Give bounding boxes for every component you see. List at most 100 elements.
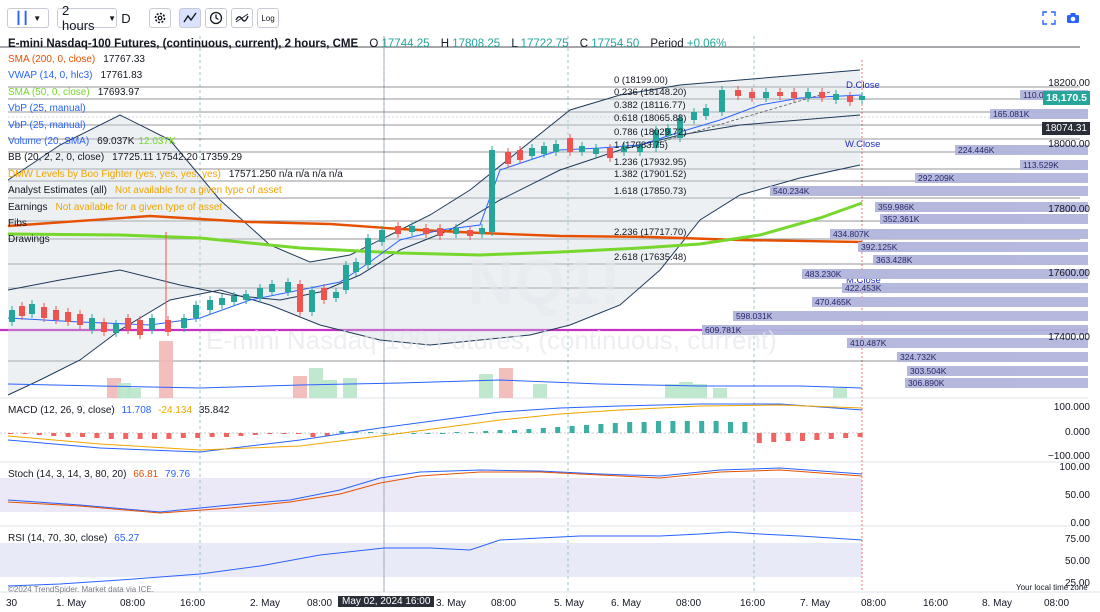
candle <box>691 112 697 120</box>
candle <box>19 306 25 316</box>
macd-histogram-bar <box>36 433 42 435</box>
macd-axis-label: −100.000 <box>1048 451 1090 462</box>
legend-item[interactable]: VbP (25, manual) <box>8 120 86 132</box>
macd-histogram-bar <box>598 424 604 433</box>
fib-level-label: 2.236 (17717.70) <box>614 227 687 238</box>
stoch-axis-label: 0.00 <box>1070 518 1090 529</box>
symbol-title-row: E-mini Nasdaq-100 Futures, (continuous, … <box>8 38 726 50</box>
trend-tool-icon[interactable] <box>179 8 201 28</box>
legend-item[interactable]: DMW Levels by Boo Fighter (yes, yes, yes… <box>8 169 343 181</box>
macd-histogram-bar <box>339 431 345 433</box>
macd-histogram-bar <box>483 431 489 433</box>
open-key: O <box>369 38 379 50</box>
candle <box>479 228 485 234</box>
macd-histogram-bar <box>555 427 561 433</box>
rsi-legend[interactable]: RSI (14, 70, 30, close) 65.27 <box>8 533 139 545</box>
macd-legend[interactable]: MACD (12, 26, 9, close) 11.708 -24.134 3… <box>8 405 229 417</box>
stoch-band <box>0 478 862 512</box>
macd-histogram-bar <box>468 432 474 433</box>
vbp-bar: 392.125K <box>858 242 1088 252</box>
last-price-badge: 18,170.5 <box>1043 91 1090 105</box>
copyright-text: ©2024 TrendSpider. Market data via ICE. <box>8 585 154 594</box>
rsi-axis-label: 75.00 <box>1064 534 1090 545</box>
legend-item[interactable]: BB (20, 2, 2, 0, close) 17725.11 17542.20… <box>8 152 242 164</box>
candle <box>409 226 415 232</box>
period-value: +0.06% <box>686 38 727 50</box>
low-key: L <box>511 38 518 50</box>
macd-histogram-bar <box>641 422 647 433</box>
fib-level-label: 2.618 (17635.48) <box>614 252 687 263</box>
candle <box>181 318 187 328</box>
high-value: 17808.25 <box>452 38 501 50</box>
fib-level-label: 0.618 (18065.88) <box>614 113 687 124</box>
legend-item[interactable]: Analyst Estimates (all) Not available for… <box>8 185 282 197</box>
legend-item[interactable]: Fibs <box>8 218 27 230</box>
chevron-down-icon: ▼ <box>33 13 42 23</box>
d-close-marker: D.Close <box>846 80 880 91</box>
volume-bar <box>833 388 847 398</box>
candle <box>89 318 95 330</box>
legend-item[interactable]: Drawings <box>8 234 50 246</box>
macd-histogram-bar <box>497 430 503 433</box>
local-time-label[interactable]: Your local time zone <box>1016 582 1088 594</box>
candle <box>777 92 783 96</box>
candle <box>297 284 303 312</box>
legend-item[interactable]: Volume (20, SMA) 69.037K 12.037K <box>8 136 176 148</box>
candle <box>453 228 459 234</box>
candle <box>321 288 327 300</box>
legend-item[interactable]: SMA (200, 0, close) 17767.33 <box>8 54 145 66</box>
candle <box>285 282 291 292</box>
volume-bar <box>533 384 547 398</box>
candle <box>9 310 15 322</box>
time-axis-label: 16:00 <box>180 598 206 609</box>
macd-histogram-bar <box>166 433 172 439</box>
macd-histogram-bar <box>526 429 532 433</box>
macd-histogram-bar <box>612 423 618 433</box>
macd-histogram-bar <box>843 433 849 438</box>
stoch-legend[interactable]: Stoch (14, 3, 14, 3, 80, 20) 66.81 79.76 <box>8 469 190 481</box>
symbol-title[interactable]: E-mini Nasdaq-100 Futures, (continuous, … <box>8 38 358 50</box>
legend-item[interactable]: VWAP (14, 0, hlc3) 17761.83 <box>8 70 142 82</box>
log-scale-button[interactable]: Log <box>257 8 279 28</box>
volume-bar <box>665 384 679 398</box>
candle <box>243 294 249 300</box>
candle <box>423 228 429 234</box>
candle <box>607 148 613 158</box>
clock-icon[interactable] <box>205 8 227 28</box>
camera-icon[interactable] <box>1064 8 1082 28</box>
vbp-bar: 306.890K <box>905 378 1088 388</box>
macd-histogram-bar <box>8 433 13 434</box>
macd-histogram-bar <box>267 433 273 434</box>
legend-item[interactable]: Earnings Not available for a given type o… <box>8 202 222 214</box>
fib-level-label: 1.618 (17850.73) <box>614 186 687 197</box>
macd-histogram-bar <box>425 433 431 434</box>
d-button[interactable]: D <box>119 8 133 28</box>
chart-type-button[interactable]: ┃┃ ▼ <box>7 8 49 28</box>
candle <box>819 92 825 98</box>
fullscreen-icon[interactable] <box>1040 8 1058 28</box>
candle <box>847 96 853 102</box>
candle <box>505 152 511 164</box>
time-axis-label: 8. May <box>982 598 1013 609</box>
candle <box>749 92 755 98</box>
volume-bar <box>159 341 173 398</box>
macd-histogram-bar <box>22 433 28 434</box>
macd-histogram-bar <box>137 433 143 439</box>
macd-histogram-bar <box>540 428 546 433</box>
macd-histogram-bar <box>310 433 316 437</box>
legend-item[interactable]: VbP (25, manual) <box>8 103 86 115</box>
fib-level-label: 0.382 (18116.77) <box>614 100 686 111</box>
candle <box>343 265 349 290</box>
candle <box>269 284 275 292</box>
macd-histogram-bar <box>382 433 388 434</box>
time-axis-label: 6. May <box>611 598 642 609</box>
drawing-tool-icon[interactable] <box>231 8 253 28</box>
settings-gear-icon[interactable] <box>149 8 171 28</box>
legend-item[interactable]: SMA (50, 0, close) 17693.97 <box>8 87 139 99</box>
macd-histogram-bar <box>152 433 157 439</box>
interval-select[interactable]: 2 hours ▼ <box>57 3 117 33</box>
time-axis-label: 3. May <box>436 598 467 609</box>
candle <box>333 292 339 298</box>
vbp-bar: 292.209K <box>915 173 1088 183</box>
candle <box>29 304 35 314</box>
